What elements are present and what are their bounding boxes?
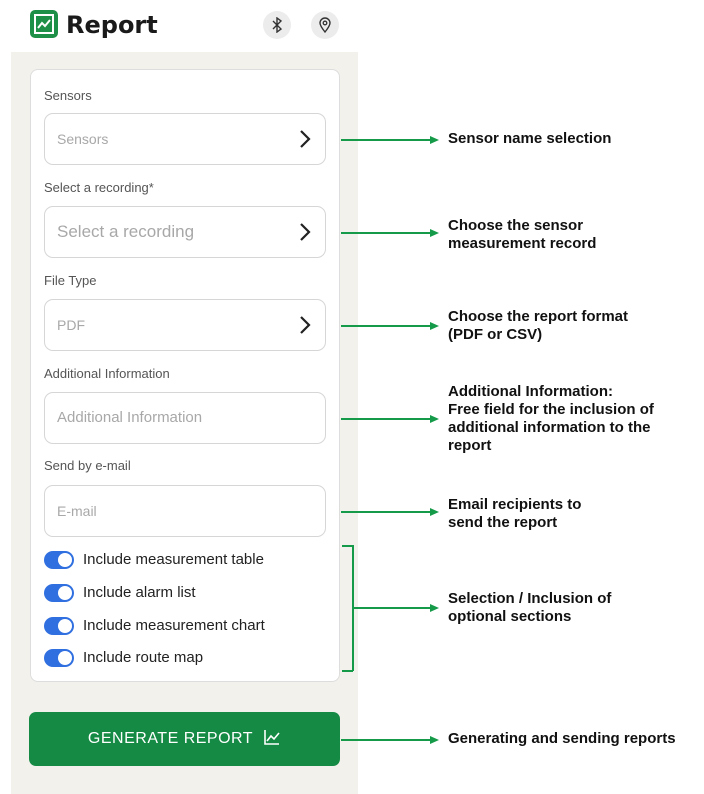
additional-info-label: Additional Information xyxy=(44,366,170,381)
page-title: Report xyxy=(66,11,158,39)
arrow-head xyxy=(430,322,439,330)
arrow-head xyxy=(430,136,439,144)
toggle-label: Include measurement chart xyxy=(83,617,265,634)
annotation-generate: Generating and sending reports xyxy=(448,730,676,747)
toggle-label: Include alarm list xyxy=(83,584,196,601)
file-type-select[interactable]: PDF xyxy=(44,299,326,351)
location-pin-icon[interactable] xyxy=(311,11,339,39)
generate-report-button[interactable]: GENERATE REPORT xyxy=(29,712,340,766)
arrow-head xyxy=(430,604,439,612)
annotation-recording: Choose the sensor measurement record xyxy=(448,217,597,252)
arrow-head xyxy=(430,508,439,516)
annotation-arrow xyxy=(341,325,430,327)
chart-line-icon xyxy=(263,728,281,751)
toggle-alarm-list[interactable]: Include alarm list xyxy=(44,582,304,604)
annotation-report-format: Choose the report format (PDF or CSV) xyxy=(448,308,629,343)
annotation-email: Email recipients to send the report xyxy=(448,496,582,531)
annotation-optional-sections: Selection / Inclusion of optional section… xyxy=(448,590,612,625)
arrow-head xyxy=(430,415,439,423)
sensors-placeholder: Sensors xyxy=(57,131,109,147)
sensors-select[interactable]: Sensors xyxy=(44,113,326,165)
toggle-measurement-table[interactable]: Include measurement table xyxy=(44,549,304,571)
recording-select[interactable]: Select a recording xyxy=(44,206,326,258)
app-header: Report xyxy=(30,8,360,44)
file-type-value: PDF xyxy=(57,317,85,333)
annotation-arrow xyxy=(341,139,430,141)
chevron-right-icon xyxy=(299,129,311,153)
annotation-sensor-name: Sensor name selection xyxy=(448,130,612,147)
toggle-switch[interactable] xyxy=(44,551,74,569)
generate-report-label: GENERATE REPORT xyxy=(87,730,254,747)
toggle-switch[interactable] xyxy=(44,617,74,635)
toggle-measurement-chart[interactable]: Include measurement chart xyxy=(44,615,304,637)
email-label: Send by e-mail xyxy=(44,458,131,473)
recording-placeholder: Select a recording xyxy=(57,222,195,241)
annotation-arrow xyxy=(341,418,430,420)
chart-line-icon xyxy=(30,10,58,38)
toggle-switch[interactable] xyxy=(44,649,74,667)
bluetooth-icon[interactable] xyxy=(263,11,291,39)
email-placeholder: E-mail xyxy=(57,503,97,519)
email-field[interactable]: E-mail xyxy=(44,485,326,537)
toggle-label: Include measurement table xyxy=(83,551,264,568)
recording-label: Select a recording* xyxy=(44,180,154,195)
sensors-label: Sensors xyxy=(44,88,92,103)
chevron-right-icon xyxy=(299,222,311,246)
annotation-arrow xyxy=(353,607,430,609)
toggle-label: Include route map xyxy=(83,649,204,666)
annotation-arrow xyxy=(341,511,430,513)
toggle-switch[interactable] xyxy=(44,584,74,602)
annotation-arrow xyxy=(341,232,430,234)
toggle-route-map[interactable]: Include route map xyxy=(44,647,304,669)
additional-info-field[interactable]: Additional Information xyxy=(44,392,326,444)
bracket-bottom xyxy=(342,670,353,672)
annotation-arrow xyxy=(341,739,430,741)
annotation-additional-info: Additional Information: Free field for th… xyxy=(448,383,654,454)
chevron-right-icon xyxy=(299,315,311,339)
file-type-label: File Type xyxy=(44,273,97,288)
arrow-head xyxy=(430,229,439,237)
additional-info-placeholder: Additional Information xyxy=(57,409,203,426)
arrow-head xyxy=(430,736,439,744)
